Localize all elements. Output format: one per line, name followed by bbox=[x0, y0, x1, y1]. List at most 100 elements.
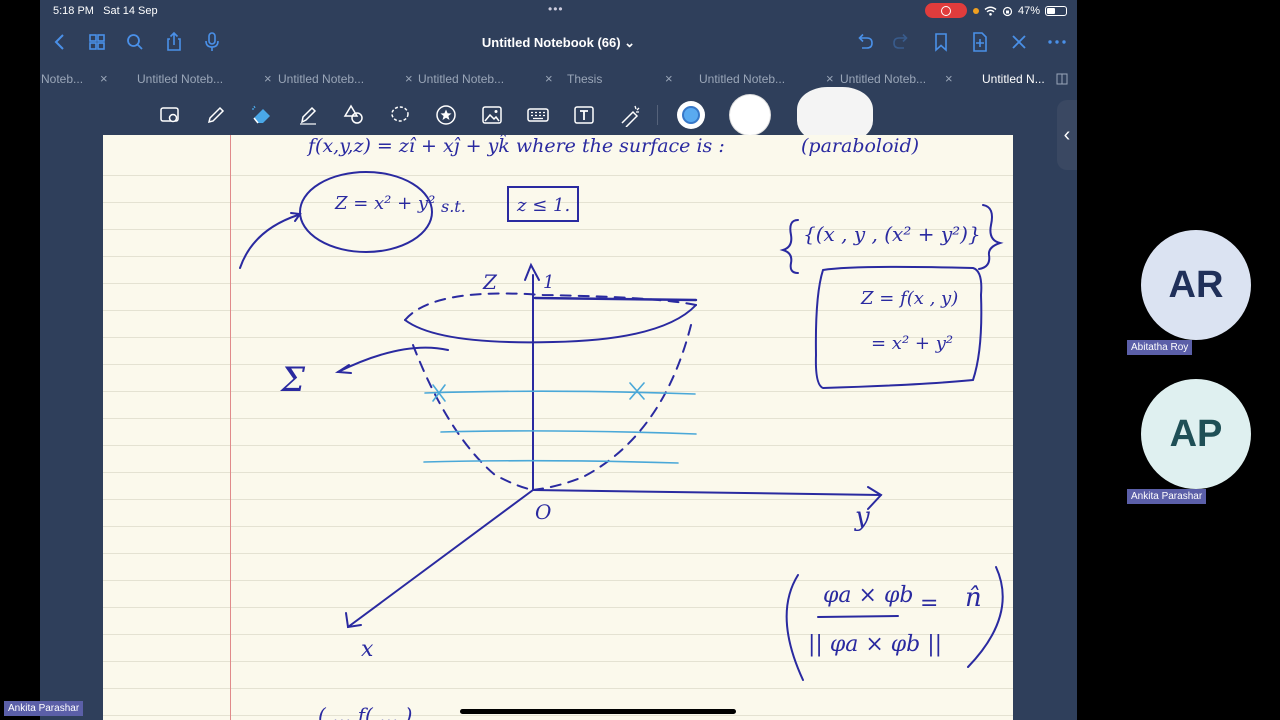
tab-close-icon[interactable]: × bbox=[945, 67, 953, 91]
note-st: s.t. bbox=[441, 197, 466, 216]
self-video-name-tag: Ankita Parashar bbox=[4, 701, 84, 716]
tool-bar bbox=[40, 87, 1077, 143]
lasso-tool[interactable] bbox=[388, 103, 412, 127]
nav-bar: Untitled Notebook (66) ⌄ bbox=[40, 24, 1077, 62]
ink-axis-y bbox=[532, 489, 882, 496]
color-swatch-blue[interactable] bbox=[677, 101, 705, 129]
note-origin: O bbox=[535, 500, 552, 524]
multitask-dots[interactable]: ••• bbox=[548, 2, 564, 16]
note-sigma: Σ bbox=[281, 360, 306, 400]
ellipsis-icon bbox=[1048, 40, 1066, 44]
laser-pointer-tool[interactable] bbox=[618, 103, 642, 128]
lasso-zoom-tool[interactable] bbox=[158, 103, 182, 127]
status-right: 47% bbox=[973, 5, 1068, 17]
screen-record-indicator bbox=[925, 3, 967, 18]
redo-icon bbox=[893, 33, 908, 49]
star-sticker-icon bbox=[436, 105, 456, 125]
participant-avatar: AR bbox=[1141, 230, 1251, 340]
ink-rounded-box bbox=[814, 265, 983, 390]
text-box-icon bbox=[574, 106, 594, 124]
more-button[interactable] bbox=[1045, 30, 1069, 54]
ink-brace-left bbox=[779, 219, 799, 274]
tab-label: Untitled Noteb... bbox=[278, 72, 365, 86]
tab-label: Thesis bbox=[567, 72, 603, 86]
ink-wall-left bbox=[412, 344, 534, 491]
ink-level-line bbox=[440, 430, 697, 435]
bookmark-button[interactable] bbox=[929, 30, 953, 54]
participant-name-tag: Ankita Parashar bbox=[1127, 489, 1207, 504]
ink-paren-left bbox=[785, 574, 804, 681]
notebook-page[interactable]: f(x,y,z) = zî + xĵ + yk̂ where the surfa… bbox=[103, 135, 1013, 720]
redo-button[interactable] bbox=[890, 30, 914, 54]
image-tool[interactable] bbox=[480, 103, 504, 127]
battery-icon bbox=[1045, 6, 1068, 16]
ink-axis-x bbox=[347, 489, 534, 628]
shapes-icon bbox=[343, 104, 363, 124]
ink-level-one bbox=[533, 296, 698, 302]
note-axis-z-label: Z bbox=[483, 270, 497, 294]
pen-tool[interactable] bbox=[204, 103, 228, 127]
tab-close-icon[interactable]: × bbox=[264, 67, 272, 91]
tab-close-icon[interactable]: × bbox=[545, 67, 553, 91]
note-one: 1 bbox=[543, 272, 555, 293]
note-frac-denominator: || φa × φb || bbox=[808, 632, 943, 657]
highlighter-tool[interactable] bbox=[296, 103, 320, 127]
orientation-lock-icon bbox=[1002, 6, 1013, 16]
ink-arrow bbox=[239, 214, 299, 269]
note-set: {(x , y , (x² + y²)} bbox=[803, 222, 981, 246]
undo-button[interactable] bbox=[852, 30, 876, 54]
home-indicator[interactable] bbox=[460, 709, 736, 714]
tab-label: Untitled Noteb... bbox=[840, 72, 927, 86]
tab-3[interactable]: Untitled Noteb... × bbox=[278, 67, 418, 91]
toolbar-divider bbox=[657, 105, 658, 125]
ink-level-line bbox=[424, 390, 696, 395]
status-bar: 5:18 PM Sat 14 Sep ••• 47% bbox=[40, 0, 1077, 22]
tab-close-icon[interactable]: × bbox=[100, 67, 108, 91]
tab-4[interactable]: Untitled Noteb... × bbox=[418, 67, 558, 91]
participant-name-tag: Abitatha Roy bbox=[1127, 340, 1193, 355]
shape-tool[interactable] bbox=[342, 103, 366, 127]
notebook-title[interactable]: Untitled Notebook (66) ⌄ bbox=[40, 35, 1077, 51]
ipad-screen: 5:18 PM Sat 14 Sep ••• 47% Untitled Note… bbox=[40, 0, 1077, 720]
tab-5[interactable]: Thesis × bbox=[567, 67, 707, 91]
keyboard-tool[interactable] bbox=[526, 103, 550, 127]
undo-icon bbox=[858, 33, 873, 49]
note-paraboloid: (paraboloid) bbox=[801, 135, 920, 157]
eraser-icon bbox=[252, 105, 270, 124]
close-button[interactable] bbox=[1007, 30, 1031, 54]
pen-icon bbox=[207, 106, 225, 124]
highlighter-icon bbox=[300, 106, 317, 125]
battery-percent: 47% bbox=[1018, 5, 1041, 17]
tab-7[interactable]: Untitled Noteb... × bbox=[840, 67, 980, 91]
ink-level-line bbox=[423, 459, 679, 464]
chevron-left-icon: ‹ bbox=[1063, 124, 1071, 146]
eraser-tool[interactable] bbox=[250, 103, 274, 127]
tab-label: Untitled N... bbox=[982, 72, 1045, 86]
image-icon bbox=[482, 106, 502, 124]
tab-2[interactable]: Untitled Noteb... × bbox=[137, 67, 277, 91]
tab-close-icon[interactable]: × bbox=[405, 67, 413, 91]
sidebar-toggle[interactable]: ‹ bbox=[1057, 100, 1077, 170]
mic-indicator bbox=[973, 8, 979, 14]
text-tool[interactable] bbox=[572, 103, 596, 127]
ink-ellipse-bottom bbox=[404, 304, 697, 344]
add-page-button[interactable] bbox=[968, 30, 992, 54]
note-box-line-2: = x² + y² bbox=[871, 333, 954, 354]
lasso-icon bbox=[391, 106, 409, 122]
ink-sigma-arrow bbox=[337, 346, 449, 373]
zoom-window-icon bbox=[160, 107, 179, 123]
tab-label: Noteb... bbox=[41, 72, 84, 86]
close-icon bbox=[1012, 35, 1026, 49]
tab-close-icon[interactable]: × bbox=[665, 67, 673, 91]
add-page-icon bbox=[973, 32, 987, 52]
note-bottom-partial: ( ... f( ... ) bbox=[318, 703, 413, 720]
bookmark-icon bbox=[935, 33, 947, 52]
wifi-icon bbox=[984, 6, 997, 16]
stroke-size-medium[interactable] bbox=[730, 95, 770, 135]
battery-fill bbox=[1047, 8, 1056, 14]
split-view-icon[interactable] bbox=[1056, 73, 1068, 85]
tab-8-active[interactable]: Untitled N... bbox=[982, 67, 1077, 91]
note-axis-x-label: x bbox=[361, 637, 374, 662]
sticker-tool[interactable] bbox=[434, 103, 458, 127]
tab-label: Untitled Noteb... bbox=[699, 72, 786, 86]
